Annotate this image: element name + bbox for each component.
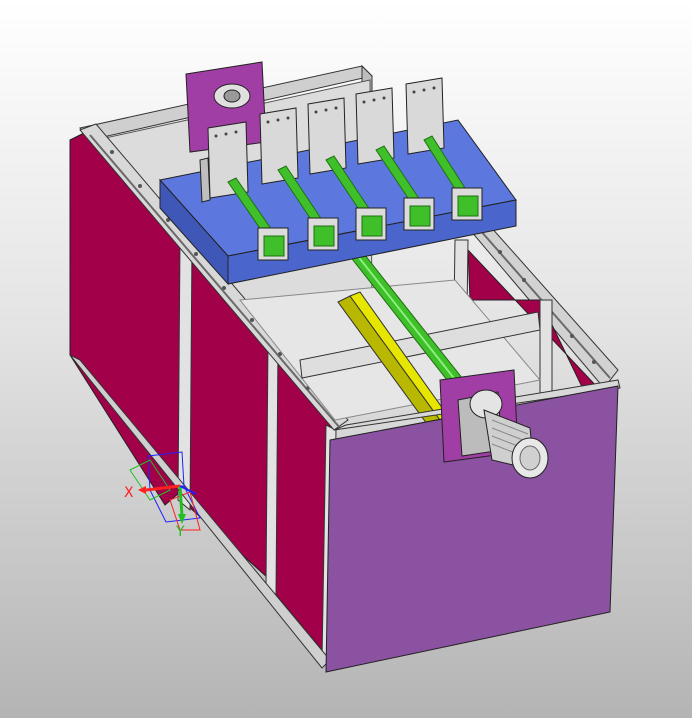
y-axis-arrow — [178, 485, 184, 517]
spindle-motor-2 — [307, 217, 339, 251]
y-axis-label: Y — [175, 524, 185, 540]
x-axis-label: X — [124, 485, 134, 501]
cad-3d-viewport[interactable]: X Y — [0, 0, 692, 718]
spindle-motor-4 — [403, 197, 435, 231]
spindle-motor-3 — [355, 207, 387, 241]
machine-model[interactable]: X Y — [0, 0, 692, 718]
spindle-motor-1 — [257, 227, 289, 261]
spindle-motor-5 — [451, 187, 483, 221]
